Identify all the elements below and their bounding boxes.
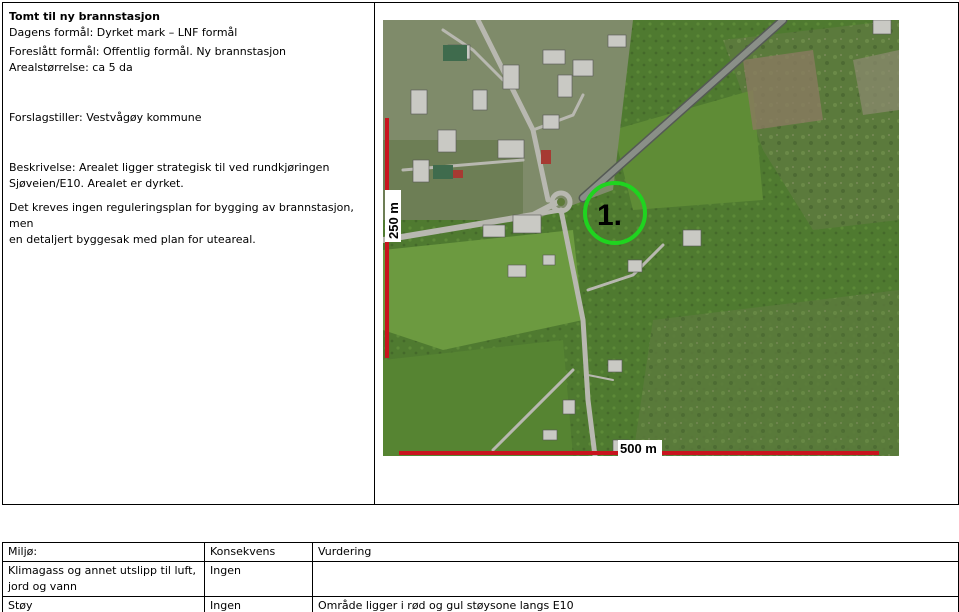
aerial-map: 1. 250 m 500 m (383, 20, 899, 456)
assessment-table: Miljø: Konsekvens Vurdering Klimagass og… (2, 542, 959, 612)
description-line-1: Beskrivelse: Arealet ligger strategisk t… (9, 161, 330, 174)
header-consequence: Konsekvens (204, 542, 313, 562)
row-evaluation: Område ligger i rød og gul støysone lang… (312, 596, 959, 612)
header-evaluation: Vurdering (312, 542, 959, 562)
description-line-2: Sjøveien/E10. Arealet er dyrket. (9, 177, 184, 190)
proposer: Forslagstiller: Vestvågøy kommune (9, 111, 202, 124)
site-title: Tomt til ny brannstasjon (9, 10, 160, 23)
site-info-table: Tomt til ny brannstasjon Dagens formål: … (2, 2, 959, 505)
current-use: Dagens formål: Dyrket mark – LNF formål (9, 26, 238, 39)
site-number-label: 1. (597, 199, 622, 232)
map-cell: 1. 250 m 500 m (375, 3, 958, 504)
vertical-scale-label: 250 m (386, 202, 401, 239)
assessment-header-row: Miljø: Konsekvens Vurdering (2, 542, 959, 562)
row-consequence: Ingen (204, 596, 313, 612)
requirement-line-2: en detaljert byggesak med plan for utear… (9, 233, 256, 246)
site-description-cell: Tomt til ny brannstasjon Dagens formål: … (3, 3, 375, 504)
row-topic: Klimagass og annet utslipp til luft, jor… (2, 561, 205, 597)
row-evaluation (312, 561, 959, 597)
row-topic: Støy (2, 596, 205, 612)
table-row: Støy Ingen Område ligger i rød og gul st… (2, 596, 959, 612)
requirement-line-1: Det kreves ingen reguleringsplan for byg… (9, 201, 354, 230)
header-environment: Miljø: (2, 542, 205, 562)
proposed-use: Foreslått formål: Offentlig formål. Ny b… (9, 45, 287, 58)
row-consequence: Ingen (204, 561, 313, 597)
area-size: Arealstørrelse: ca 5 da (9, 61, 133, 74)
table-row: Klimagass og annet utslipp til luft, jor… (2, 561, 959, 597)
horizontal-scale-label: 500 m (620, 441, 657, 456)
